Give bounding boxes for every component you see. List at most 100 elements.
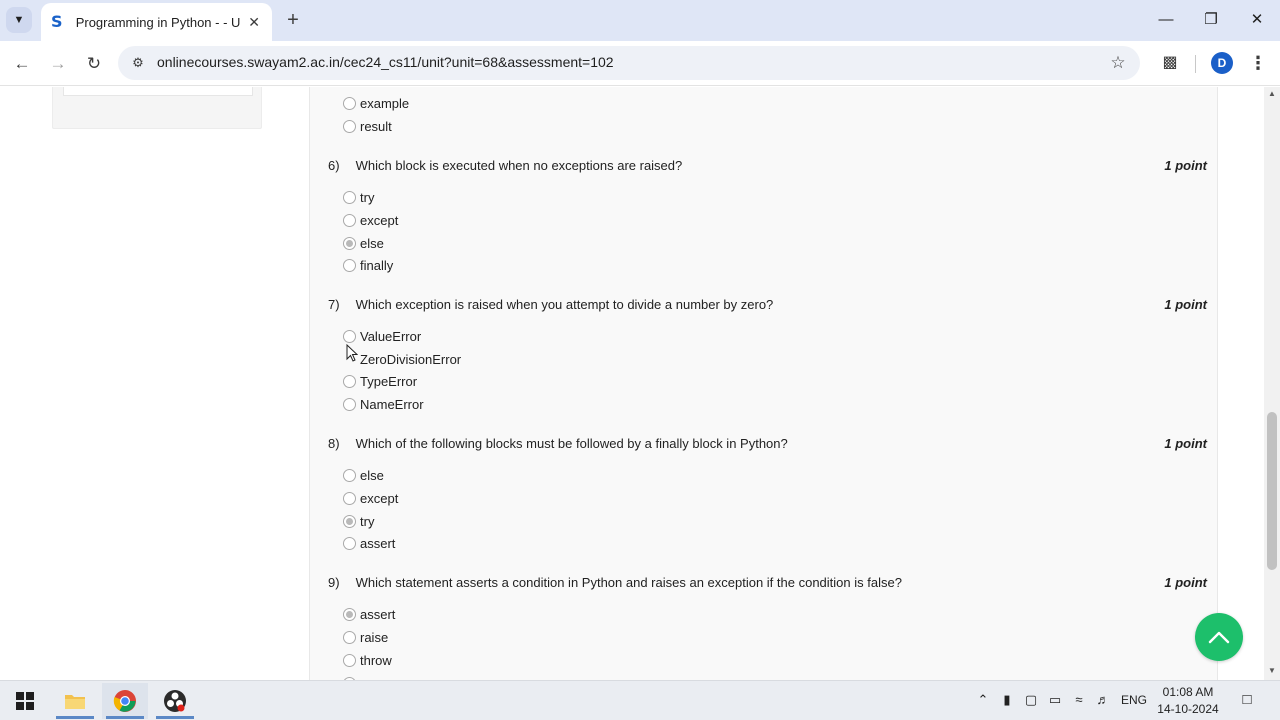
window-close-icon[interactable]: ✕ (1243, 8, 1271, 32)
address-bar[interactable]: ⚙ onlinecourses.swayam2.ac.in/cec24_cs11… (118, 46, 1140, 80)
q7-option-radio[interactable] (343, 374, 356, 388)
new-tab-button[interactable]: + (282, 9, 304, 31)
q6-option-finally[interactable]: finally (343, 255, 393, 275)
q5-option[interactable]: example (343, 93, 409, 113)
bookmark-star-icon[interactable]: ☆ (1106, 51, 1130, 75)
q8-option-radio[interactable] (343, 536, 356, 550)
q6-option-label: else (360, 235, 384, 251)
scrollbar-thumb[interactable] (1267, 412, 1277, 570)
q5-option-radio[interactable] (343, 96, 356, 110)
wifi-icon[interactable]: ≈ (1070, 691, 1088, 709)
q5-option-radio[interactable] (343, 119, 356, 133)
q9-option-partial[interactable] (343, 673, 356, 680)
q9-option-radio-selected[interactable] (343, 607, 356, 621)
reload-icon[interactable]: ↻ (80, 50, 108, 78)
site-info-icon[interactable]: ⚙ (126, 51, 150, 75)
usb-device-icon[interactable]: ▮ (998, 691, 1016, 709)
q6-option-radio[interactable] (343, 190, 356, 204)
chevron-up-icon (1208, 631, 1230, 644)
q7-option-label: ValueError (360, 328, 422, 344)
battery-icon[interactable]: ▭ (1046, 691, 1064, 709)
q7-option-radio[interactable] (343, 329, 356, 343)
q7-option-label: NameError (360, 396, 424, 412)
q9-option-raise[interactable]: raise (343, 627, 388, 647)
page-content: example result 6) Which block is execute… (0, 87, 1264, 680)
url-text[interactable]: onlinecourses.swayam2.ac.in/cec24_cs11/u… (157, 54, 614, 70)
notifications-icon[interactable]: □ (1238, 691, 1256, 709)
scroll-to-top-button[interactable] (1195, 613, 1243, 661)
q8-option-radio-selected[interactable] (343, 514, 356, 528)
q9-option-throw[interactable]: throw (343, 650, 392, 670)
q7-option-zerodivisionerror[interactable]: ZeroDivisionError (343, 349, 461, 369)
q8-option-radio[interactable] (343, 491, 356, 505)
question-number: 8) (328, 436, 340, 451)
q7-option-nameerror[interactable]: NameError (343, 394, 424, 414)
question-number: 6) (328, 158, 340, 173)
input-language[interactable]: ENG (1121, 693, 1147, 707)
chrome-app[interactable] (102, 683, 148, 719)
windows-logo-icon (16, 692, 34, 710)
q9-option-radio[interactable] (343, 653, 356, 667)
q6-option-try[interactable]: try (343, 187, 374, 207)
q6-option-label: except (360, 212, 399, 228)
q6-option-radio[interactable] (343, 213, 356, 227)
forward-arrow-icon[interactable]: → (44, 50, 72, 78)
q6-option-radio[interactable] (343, 258, 356, 272)
q8-option-else[interactable]: else (343, 465, 384, 485)
question-points: 1 point (1164, 158, 1207, 173)
more-menu-icon[interactable]: ⋮ (1245, 50, 1271, 76)
question-text: Which block is executed when no exceptio… (355, 158, 683, 173)
q6-option-except[interactable]: except (343, 210, 398, 230)
profile-avatar[interactable]: D (1211, 52, 1233, 74)
tab-active[interactable]: S Programming in Python - - Unit ✕ (41, 3, 272, 41)
q9-option-radio[interactable] (343, 630, 356, 644)
q6-option-radio-selected[interactable] (343, 236, 356, 250)
page-scrollbar[interactable]: ▲ ▼ (1264, 87, 1280, 680)
tab-search-button[interactable]: ▼ (6, 7, 32, 33)
scroll-up-arrow-icon[interactable]: ▲ (1264, 89, 1280, 101)
q9-option-assert[interactable]: assert (343, 604, 395, 624)
question-number: 7) (328, 297, 340, 312)
q8-option-try[interactable]: try (343, 511, 374, 531)
chevron-down-icon: ▼ (13, 14, 25, 26)
q5-option-label: result (360, 118, 392, 134)
question-points: 1 point (1164, 436, 1207, 451)
q8-option-label: except (360, 490, 399, 506)
q6-option-label: finally (360, 257, 394, 273)
browser-toolbar: ← → ↻ ⚙ onlinecourses.swayam2.ac.in/cec2… (0, 41, 1280, 86)
scroll-down-arrow-icon[interactable]: ▼ (1264, 666, 1280, 678)
folder-icon (65, 695, 85, 709)
obs-app[interactable] (152, 683, 198, 719)
q8-option-radio[interactable] (343, 468, 356, 482)
q8-option-except[interactable]: except (343, 488, 398, 508)
volume-icon[interactable]: ♬ (1094, 691, 1112, 709)
toolbar-divider (1195, 55, 1196, 73)
question-8: 8) Which of the following blocks must be… (328, 436, 788, 451)
back-arrow-icon[interactable]: ← (8, 50, 36, 78)
q7-option-valueerror[interactable]: ValueError (343, 326, 421, 346)
minimize-icon[interactable]: — (1152, 8, 1180, 32)
clock-time[interactable]: 01:08 AM (1152, 685, 1224, 699)
restore-icon[interactable]: ❐ (1197, 8, 1225, 32)
tray-overflow-chevron-icon[interactable]: ⌃ (974, 691, 992, 709)
taskbar: ⌃ ▮ ▢ ▭ ≈ ♬ ENG 01:08 AM 14-10-2024 □ (0, 680, 1280, 720)
q7-option-label: ZeroDivisionError (360, 351, 462, 367)
left-sidebar-item[interactable] (63, 87, 253, 96)
q7-option-label: TypeError (360, 373, 418, 389)
clock-date[interactable]: 14-10-2024 (1152, 702, 1224, 716)
start-button[interactable] (2, 683, 48, 719)
app-running-indicator (106, 716, 144, 719)
q9-option-label: assert (360, 606, 396, 622)
question-7: 7) Which exception is raised when you at… (328, 297, 773, 312)
q8-option-label: assert (360, 535, 396, 551)
display-icon[interactable]: ▢ (1022, 691, 1040, 709)
q7-option-typeerror[interactable]: TypeError (343, 371, 417, 391)
app-running-indicator (156, 716, 194, 719)
q5-option[interactable]: result (343, 116, 392, 136)
extensions-puzzle-icon[interactable]: ▩ (1157, 50, 1183, 76)
q6-option-else[interactable]: else (343, 233, 384, 253)
tab-close-icon[interactable]: ✕ (246, 14, 262, 31)
q7-option-radio[interactable] (343, 397, 356, 411)
file-explorer-app[interactable] (52, 683, 98, 719)
q8-option-assert[interactable]: assert (343, 533, 395, 553)
